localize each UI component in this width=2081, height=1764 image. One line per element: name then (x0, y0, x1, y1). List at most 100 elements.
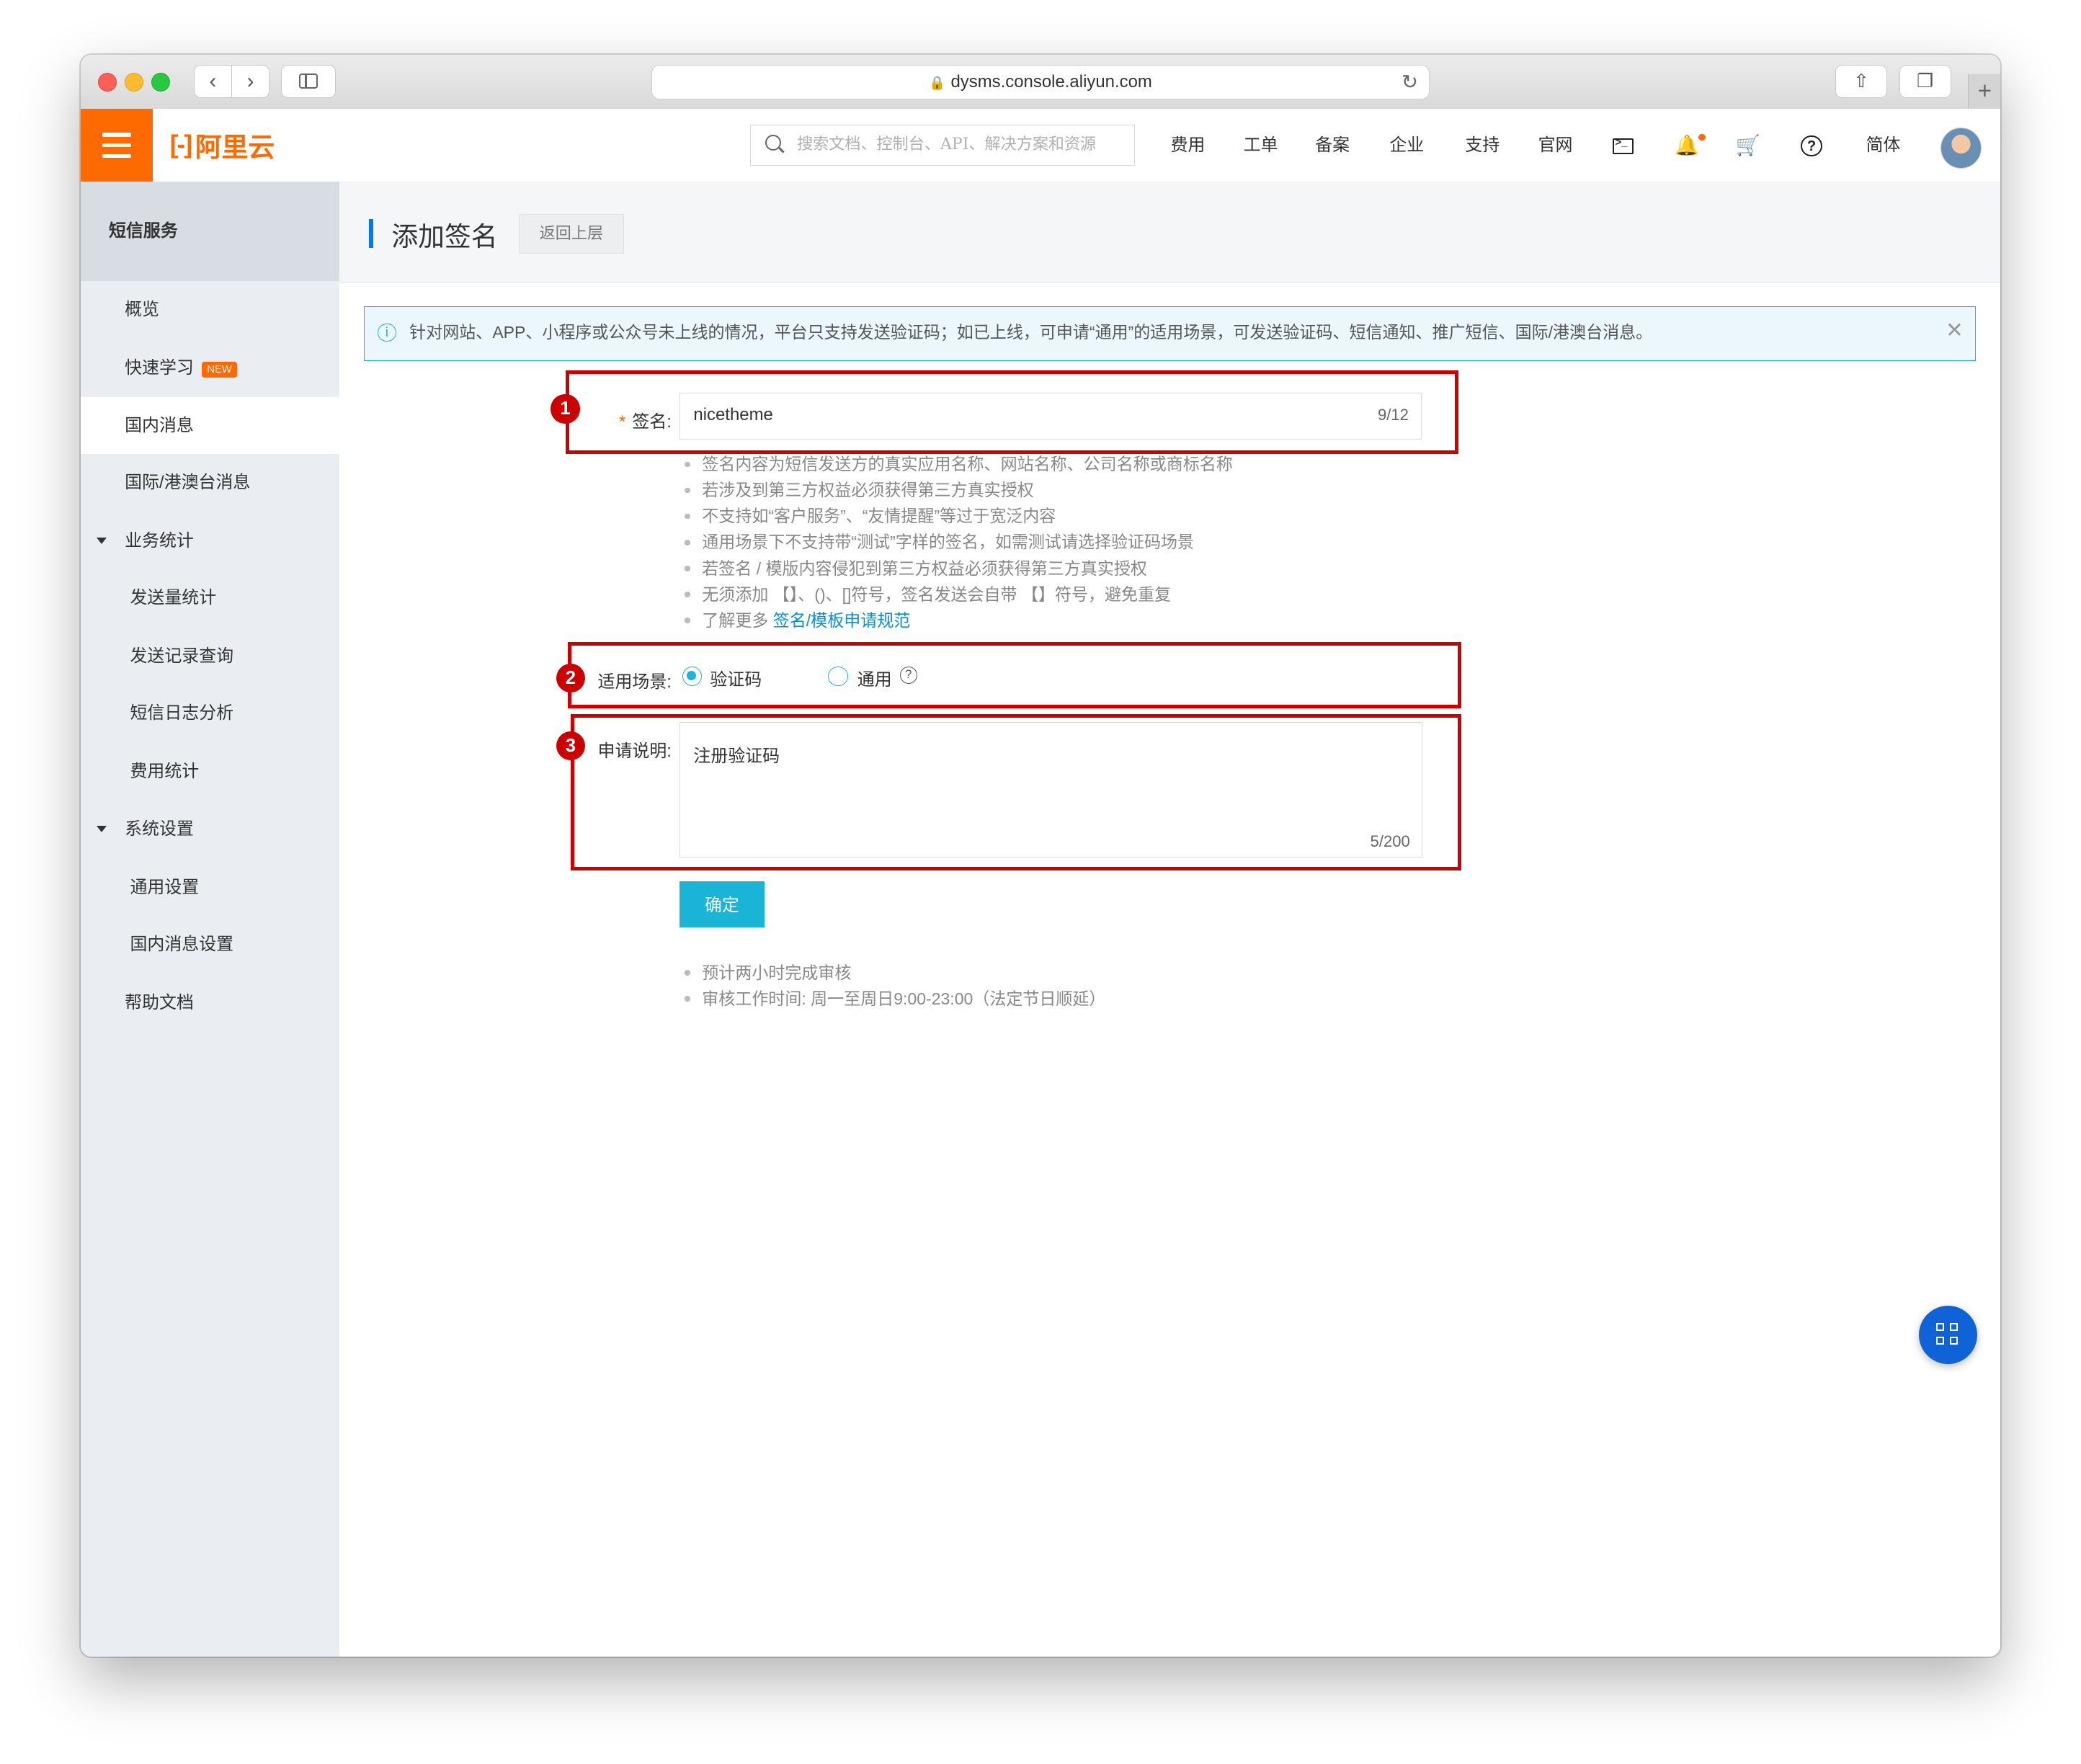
sidebar-item-label: 国际/港澳台消息 (125, 472, 251, 492)
address-bar[interactable]: 🔒 dysms.console.aliyun.com ↻ (651, 65, 1430, 100)
notification-dot (1698, 133, 1706, 141)
sidebar-item-overview[interactable]: 概览 (81, 281, 339, 338)
scene-option-verification[interactable]: 验证码 (710, 665, 762, 690)
nav-support[interactable]: 支持 (1465, 109, 1500, 182)
caret-down-icon (97, 537, 107, 544)
hint-item: 若涉及到第三方权益必须获得第三方真实授权 (679, 477, 1233, 503)
forward-button[interactable]: › (232, 66, 269, 97)
bell-icon[interactable]: 🔔 (1674, 133, 1701, 159)
hint-item: 不支持如“客户服务”、“友情提醒”等过于宽泛内容 (679, 503, 1233, 529)
logo-text: 阿里云 (195, 132, 275, 162)
annotation-badge-1: 1 (551, 394, 580, 424)
nav-enterprise[interactable]: 企业 (1389, 109, 1424, 182)
close-icon[interactable]: ✕ (1946, 318, 1964, 343)
sidebar-item-label: 系统设置 (125, 819, 194, 839)
nav-icp-filing[interactable]: 备案 (1315, 109, 1350, 182)
question-icon[interactable]: ? (899, 666, 917, 684)
show-tabs-button[interactable]: ❐ (1899, 65, 1951, 99)
signature-input[interactable]: nicetheme 9/12 (679, 393, 1422, 440)
browser-window: ‹ › 🔒 dysms.console.aliyun.com ↻ ⇧ ❐ + [-… (81, 54, 2000, 1657)
terminal-icon[interactable] (1612, 133, 1634, 154)
annotation-box-2 (568, 642, 1461, 709)
nav-tickets[interactable]: 工单 (1244, 109, 1278, 182)
note-item: 预计两小时完成审核 (679, 960, 1105, 986)
new-tab-button[interactable]: + (1968, 74, 2000, 109)
review-notes: 预计两小时完成审核 审核工作时间: 周一至周日9:00-23:00（法定节日顺延… (679, 960, 1105, 1012)
search-placeholder: 搜索文档、控制台、API、解决方案和资源 (797, 135, 1097, 154)
language-switch[interactable]: 简体 (1866, 109, 1901, 182)
menu-icon[interactable] (81, 109, 153, 182)
description-textarea[interactable]: 注册验证码 5/200 (679, 721, 1423, 858)
hint-item: 通用场景下不支持带“测试”字样的签名，如需测试请选择验证码场景 (679, 529, 1233, 555)
scene-label: 适用场景: (597, 672, 672, 692)
sidebar-item-log-analysis[interactable]: 短信日志分析 (81, 685, 339, 741)
sidebar-item-help-docs[interactable]: 帮助文档 (81, 974, 339, 1031)
signature-hints: 签名内容为短信发送方的真实应用名称、网站名称、公司名称或商标名称 若涉及到第三方… (679, 451, 1233, 633)
share-button[interactable]: ⇧ (1835, 65, 1888, 99)
sidebar-group-system-settings[interactable]: 系统设置 (81, 801, 339, 858)
close-window-button[interactable] (98, 73, 117, 92)
sidebar-item-label: 国内消息 (125, 415, 194, 435)
sidebar-item-domestic-messages[interactable]: 国内消息 (81, 396, 340, 454)
signature-value: nicetheme (693, 405, 773, 425)
info-icon: i (378, 323, 396, 342)
help-icon[interactable]: ? (1801, 135, 1822, 157)
sidebar-item-general-settings[interactable]: 通用设置 (81, 859, 339, 916)
sidebar-item-label: 短信日志分析 (130, 703, 234, 723)
sidebar-item-cost-stats[interactable]: 费用统计 (81, 743, 339, 800)
zoom-window-button[interactable] (151, 73, 170, 92)
scene-radio-general[interactable] (828, 666, 848, 687)
sidebar-item-label: 帮助文档 (125, 992, 194, 1012)
browser-toolbar: ‹ › 🔒 dysms.console.aliyun.com ↻ ⇧ ❐ + (81, 54, 2000, 110)
sidebar-item-international-messages[interactable]: 国际/港澳台消息 (81, 454, 339, 511)
sidebar-item-label: 业务统计 (125, 530, 194, 551)
sidebar-item-label: 发送量统计 (130, 588, 217, 608)
sidebar-item-label: 发送记录查询 (130, 646, 234, 667)
description-counter: 5/200 (1370, 832, 1410, 851)
back-button[interactable]: ‹ (195, 66, 232, 98)
grid-icon (1936, 1323, 1945, 1332)
signature-guidelines-link[interactable]: 签名/模板申请规范 (773, 611, 911, 630)
history-buttons: ‹ › (193, 65, 270, 99)
cart-icon[interactable]: 🛒 (1734, 133, 1761, 159)
title-accent-bar (369, 218, 373, 249)
apps-grid-button[interactable] (1919, 1306, 1978, 1365)
hint-item: 签名内容为短信发送方的真实应用名称、网站名称、公司名称或商标名称 (679, 451, 1233, 477)
sidebar-item-label: 国内消息设置 (130, 934, 234, 954)
minimize-window-button[interactable] (125, 73, 144, 92)
sidebar-icon (299, 74, 318, 89)
sidebar-item-domestic-settings[interactable]: 国内消息设置 (81, 916, 339, 973)
sidebar-item-label: 概览 (125, 300, 159, 320)
sidebar-item-quick-start[interactable]: 快速学习 NEW (81, 339, 339, 396)
new-badge: NEW (201, 361, 237, 378)
back-to-parent-button[interactable]: 返回上层 (519, 213, 624, 254)
signature-counter: 9/12 (1377, 406, 1409, 424)
sidebar-item-send-volume[interactable]: 发送量统计 (81, 569, 339, 626)
search-input[interactable]: 搜索文档、控制台、API、解决方案和资源 (749, 125, 1135, 166)
caret-down-icon (97, 825, 107, 832)
reload-icon[interactable]: ↻ (1402, 66, 1418, 99)
sidebar-title: 短信服务 (81, 182, 340, 282)
search-icon (765, 134, 782, 151)
sidebar-toggle-button[interactable] (281, 65, 337, 99)
scene-option-general[interactable]: 通用 (857, 665, 892, 690)
lock-icon: 🔒 (929, 75, 946, 91)
note-item: 审核工作时间: 周一至周日9:00-23:00（法定节日顺延） (679, 986, 1105, 1012)
avatar[interactable] (1940, 127, 1982, 169)
info-notice: i 针对网站、APP、小程序或公众号未上线的情况，平台只支持发送验证码；如已上线… (363, 306, 1977, 361)
confirm-button[interactable]: 确定 (679, 881, 765, 928)
hint-item: 了解更多 签名/模板申请规范 (679, 607, 1233, 633)
signature-label-text: 签名: (632, 412, 672, 432)
sidebar-item-send-records[interactable]: 发送记录查询 (81, 628, 339, 685)
console-header: [-] 阿里云 搜索文档、控制台、API、解决方案和资源 费用 工单 备案 企业… (81, 109, 2000, 183)
hint-item: 无须添加 【】、()、[]符号，签名发送会自带 【】符号，避免重复 (679, 582, 1233, 607)
nav-official-site[interactable]: 官网 (1538, 109, 1573, 182)
page-header: 添加签名 返回上层 (339, 182, 2000, 284)
aliyun-logo[interactable]: [-] 阿里云 (170, 125, 275, 164)
notice-text: 针对网站、APP、小程序或公众号未上线的情况，平台只支持发送验证码；如已上线，可… (409, 323, 1653, 342)
sidebar-group-business-stats[interactable]: 业务统计 (81, 512, 339, 569)
main-content: 添加签名 返回上层 i 针对网站、APP、小程序或公众号未上线的情况，平台只支持… (339, 182, 2000, 1657)
page-title: 添加签名 (391, 222, 498, 252)
nav-billing[interactable]: 费用 (1170, 109, 1205, 182)
description-label: 申请说明: (597, 741, 672, 762)
